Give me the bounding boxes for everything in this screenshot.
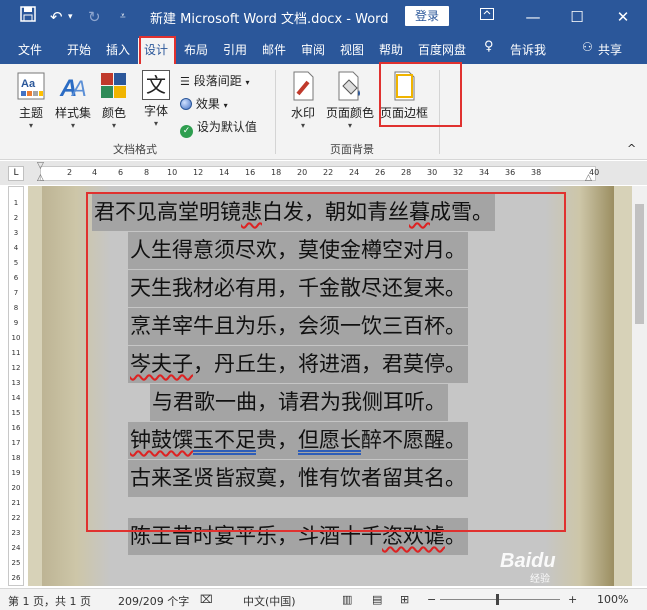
font-icon: 文 [142, 70, 170, 100]
word-count[interactable]: 209/209 个字 [118, 593, 189, 609]
chevron-down-icon: ▾ [347, 121, 352, 130]
collapse-ribbon-icon[interactable]: ^ [627, 142, 636, 155]
zoom-in-button[interactable]: + [568, 593, 577, 606]
lightbulb-icon[interactable]: ♀ [484, 39, 494, 54]
tab-home[interactable]: 开始 [67, 41, 91, 58]
group-label-page-bg: 页面背景 [330, 143, 374, 156]
effects-button[interactable]: 效果 ▾ [180, 95, 228, 112]
paragraph-spacing-button[interactable]: ☰ 段落间距 ▾ [180, 72, 250, 89]
hanging-indent-marker[interactable]: △ [37, 173, 44, 183]
read-mode-icon[interactable]: ▥ [342, 593, 352, 606]
watermark-button[interactable]: 水印 ▾ [286, 70, 320, 130]
chevron-down-icon: ▾ [28, 121, 33, 130]
tab-selector[interactable]: L [8, 166, 24, 181]
vertical-scrollbar[interactable] [632, 186, 647, 586]
customize-icon[interactable]: ⩡ [120, 6, 126, 28]
themes-icon: Aa [16, 70, 46, 102]
zoom-level[interactable]: 100% [597, 593, 628, 606]
ribbon-tabs: 文件 开始 插入 设计 布局 引用 邮件 审阅 视图 帮助 百度网盘 ♀ 告诉我… [0, 34, 647, 64]
zoom-out-button[interactable]: − [427, 593, 436, 606]
tab-view[interactable]: 视图 [340, 41, 364, 58]
web-layout-icon[interactable]: ⊞ [400, 593, 409, 606]
style-set-button[interactable]: A A 样式集 ▾ [52, 70, 94, 130]
proofing-icon[interactable]: ⌧ [200, 593, 213, 606]
login-button[interactable]: 登录 [405, 6, 449, 26]
group-label-doc-format: 文档格式 [113, 143, 157, 156]
minimize-button[interactable]: — [510, 0, 556, 34]
first-line-indent-marker[interactable]: ▽ [37, 161, 44, 171]
language[interactable]: 中文(中国) [243, 593, 296, 609]
document-highlight [86, 192, 566, 532]
page-color-icon [335, 70, 365, 102]
tab-insert[interactable]: 插入 [106, 41, 130, 58]
page-count[interactable]: 第 1 页，共 1 页 [8, 593, 91, 609]
page-color-button[interactable]: 页面颜色 ▾ [324, 70, 376, 130]
chevron-down-icon: ▾ [300, 121, 305, 130]
tell-me-input[interactable]: 告诉我 [510, 41, 546, 58]
horizontal-ruler-area: L 2 4 6 8 10 12 14 16 18 20 22 24 26 28 … [0, 161, 647, 185]
paragraph-spacing-icon: ☰ [180, 75, 190, 88]
design-tab-highlight [139, 36, 176, 67]
tab-help[interactable]: 帮助 [379, 41, 403, 58]
checkmark-icon: ✓ [180, 125, 193, 138]
group-separator [275, 70, 276, 154]
share-button[interactable]: 共享 [598, 41, 622, 58]
effects-icon [180, 98, 192, 110]
title-bar: ↶ ▾ ↻ ⩡ 新建 Microsoft Word 文档.docx - Word… [0, 0, 647, 34]
color-palette-icon [99, 70, 129, 102]
watermark-icon [288, 70, 318, 102]
document-title: 新建 Microsoft Word 文档.docx - Word [150, 12, 389, 27]
chevron-down-icon: ▾ [245, 78, 250, 87]
chevron-down-icon: ▾ [153, 119, 158, 128]
baidu-watermark: Baidu 经验 [500, 550, 556, 585]
colors-button[interactable]: 颜色 ▾ [96, 70, 132, 130]
undo-dropdown-icon[interactable]: ▾ [68, 6, 73, 28]
page-borders-highlight [379, 62, 462, 127]
chevron-down-icon: ▾ [70, 121, 75, 130]
scrollbar-thumb[interactable] [635, 204, 644, 324]
zoom-slider-thumb[interactable] [496, 594, 499, 605]
status-bar: 第 1 页，共 1 页 209/209 个字 ⌧ 中文(中国) ▥ ▤ ⊞ − … [0, 588, 647, 610]
tab-file[interactable]: 文件 [18, 41, 42, 58]
chevron-down-icon: ▾ [111, 121, 116, 130]
print-layout-icon[interactable]: ▤ [372, 593, 382, 606]
tab-review[interactable]: 审阅 [301, 41, 325, 58]
ribbon-display-icon[interactable] [464, 0, 510, 34]
vertical-ruler[interactable]: 1 2 3 4 5 6 7 8 9 10 11 12 13 14 15 16 1… [8, 186, 24, 586]
share-user-icon[interactable]: ⚇ [582, 40, 593, 54]
svg-text:A: A [70, 76, 87, 101]
right-indent-marker[interactable]: △ [585, 173, 592, 183]
tab-layout[interactable]: 布局 [184, 41, 208, 58]
tab-baidu-netdisk[interactable]: 百度网盘 [418, 41, 466, 58]
undo-icon[interactable]: ↶ [50, 6, 63, 28]
horizontal-ruler[interactable]: 2 4 6 8 10 12 14 16 18 20 22 24 26 28 30… [40, 166, 599, 181]
chevron-down-icon: ▾ [223, 101, 228, 110]
tab-mailings[interactable]: 邮件 [262, 41, 286, 58]
zoom-slider[interactable] [440, 599, 560, 600]
themes-button[interactable]: Aa 主题 ▾ [12, 70, 50, 130]
fonts-button[interactable]: 文 字体 ▾ [138, 70, 174, 128]
style-set-icon: A A [58, 70, 88, 102]
save-icon[interactable] [20, 6, 36, 28]
redo-icon[interactable]: ↻ [88, 6, 101, 28]
close-button[interactable]: ✕ [600, 0, 646, 34]
ribbon-body: Aa 主题 ▾ A A 样式集 ▾ 颜色 ▾ 文 字体 ▾ ☰ 段落间距 ▾ 效… [0, 64, 647, 160]
maximize-button[interactable]: ☐ [554, 0, 600, 34]
tab-references[interactable]: 引用 [223, 41, 247, 58]
svg-text:Aa: Aa [21, 78, 36, 90]
set-default-button[interactable]: ✓ 设为默认值 [180, 118, 257, 138]
